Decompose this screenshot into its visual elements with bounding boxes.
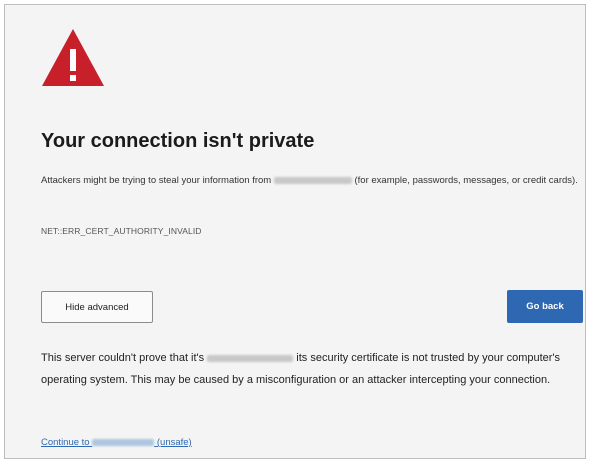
description-text-end: (for example, passwords, messages, or cr… bbox=[354, 175, 578, 186]
continue-unsafe-link[interactable]: Continue to (unsafe) bbox=[41, 437, 192, 448]
warning-triangle-icon bbox=[42, 29, 104, 86]
go-back-button[interactable]: Go back bbox=[507, 290, 583, 323]
continue-link-end: (unsafe) bbox=[156, 437, 192, 448]
page-title: Your connection isn't private bbox=[41, 130, 315, 152]
continue-link-start: Continue to bbox=[41, 437, 90, 448]
advanced-text-start: This server couldn't prove that it's bbox=[41, 352, 205, 364]
error-code: NET::ERR_CERT_AUTHORITY_INVALID bbox=[41, 226, 202, 236]
description-text-start: Attackers might be trying to steal your … bbox=[41, 175, 272, 186]
redacted-address bbox=[273, 176, 352, 184]
redacted-address bbox=[207, 354, 294, 362]
advanced-details: This server couldn't prove that it's its… bbox=[41, 348, 581, 391]
error-page: Your connection isn't private Attackers … bbox=[4, 4, 586, 459]
redacted-address bbox=[92, 438, 155, 446]
error-description: Attackers might be trying to steal your … bbox=[41, 170, 581, 192]
hide-advanced-button[interactable]: Hide advanced bbox=[41, 291, 153, 323]
